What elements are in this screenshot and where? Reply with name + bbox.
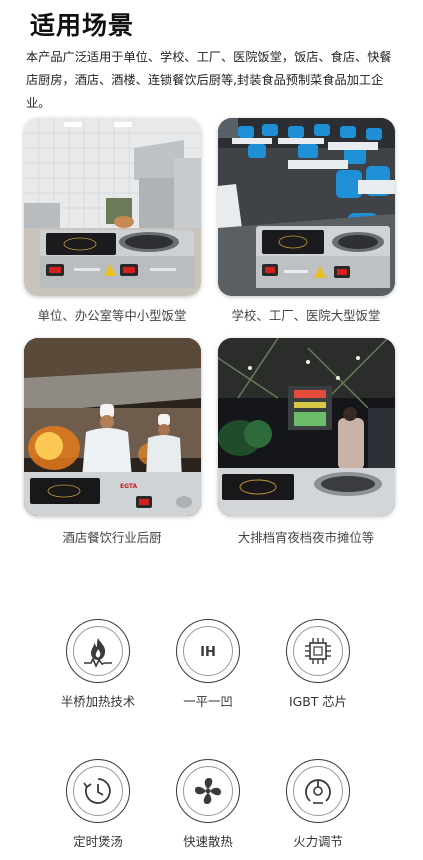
ih-icon: IH [200, 645, 216, 660]
scene-caption: 单位、办公室等中小型饭堂 [37, 308, 187, 323]
feature-label: 火力调节 [293, 834, 343, 849]
power-dial-icon [305, 779, 331, 804]
svg-text:IH: IH [200, 645, 216, 660]
scene-image-hotel-kitchen: EGTA [24, 338, 201, 516]
intro-text: 本产品广泛适用于单位、学校、工厂、医院饭堂，饭店、食店、快餐店厨房，酒店、酒楼、… [26, 50, 392, 110]
feature-label: 一平一凹 [183, 694, 233, 709]
scene-image-night-market [218, 338, 395, 516]
feature-label: IGBT 芯片 [288, 694, 348, 709]
scene-caption: 学校、工厂、医院大型饭堂 [231, 308, 381, 323]
scene-caption: 酒店餐饮行业后厨 [62, 530, 162, 545]
feature-half-bridge: 半桥加热技术 [43, 619, 153, 710]
feature-icon-ring [286, 759, 350, 823]
feature-timer-soup: 定时煲汤 [43, 759, 153, 850]
brand-logo: EGTA [120, 483, 138, 490]
fan-icon [195, 778, 221, 804]
feature-icon-ring [66, 759, 130, 823]
feature-icon-ring: IH [176, 619, 240, 683]
feature-icon-ring [286, 619, 350, 683]
feature-icon-ring [176, 759, 240, 823]
scene-image-small-canteen [24, 118, 201, 296]
page-title: 适用场景 [30, 11, 135, 40]
feature-fast-cooling: 快速散热 [153, 759, 263, 850]
feature-igbt-chip: IGBT 芯片 [263, 619, 373, 710]
scene-image-large-canteen [218, 118, 395, 296]
feature-label: 定时煲汤 [73, 834, 123, 849]
timer-icon [83, 778, 111, 804]
feature-label: 半桥加热技术 [60, 694, 136, 709]
scene-caption: 大排档宵夜档夜市摊位等 [237, 530, 375, 545]
flame-wave-icon [84, 638, 112, 668]
feature-power-adjust: 火力调节 [263, 759, 373, 850]
feature-flat-concave: IH 一平一凹 [153, 619, 263, 710]
feature-label: 快速散热 [183, 834, 233, 849]
feature-icon-ring [66, 619, 130, 683]
chip-icon [305, 638, 331, 664]
